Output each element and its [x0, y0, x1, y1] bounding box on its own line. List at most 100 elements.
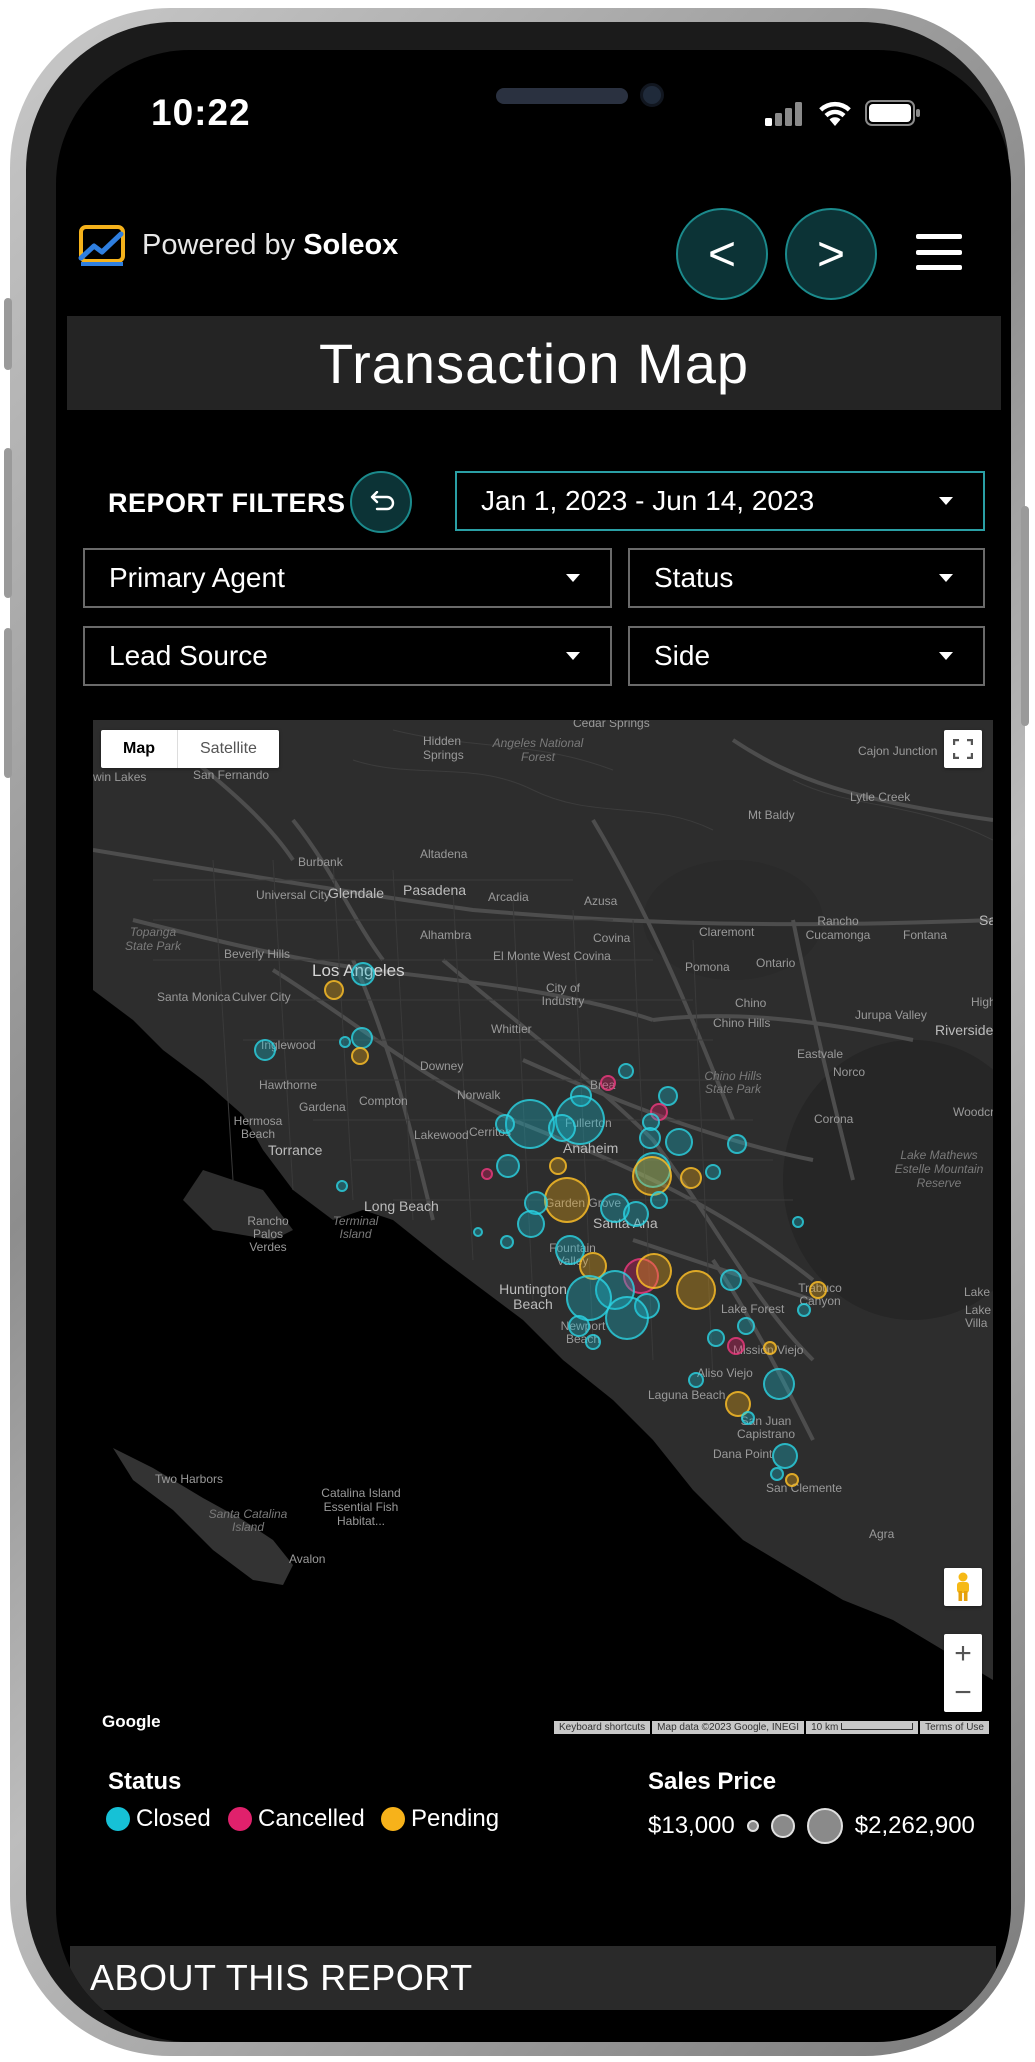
transaction-bubble[interactable]: [351, 1027, 373, 1049]
status-value: Status: [654, 562, 734, 593]
transaction-bubble[interactable]: [705, 1164, 721, 1180]
soleox-logo-icon: [78, 225, 125, 266]
brand-name: Soleox: [303, 228, 399, 261]
date-range-select[interactable]: Jan 1, 2023 - Jun 14, 2023: [455, 471, 985, 531]
transaction-bubble[interactable]: [568, 1315, 590, 1337]
transaction-bubble[interactable]: [772, 1443, 798, 1469]
transaction-bubble[interactable]: [727, 1134, 747, 1154]
transaction-bubble[interactable]: [548, 1114, 576, 1142]
transaction-bubble[interactable]: [351, 1047, 369, 1065]
transaction-bubble[interactable]: [792, 1216, 804, 1228]
transaction-bubble[interactable]: [741, 1411, 755, 1425]
map-label: Burbank: [298, 855, 343, 869]
legend-closed-label: Closed: [136, 1805, 211, 1832]
small-size-dot: [746, 1820, 759, 1832]
map-label: Claremont: [699, 925, 755, 939]
hamburger-icon[interactable]: [916, 234, 962, 270]
status-select[interactable]: Status: [628, 548, 985, 608]
transaction-bubble[interactable]: [797, 1303, 811, 1317]
transaction-bubble[interactable]: [809, 1281, 827, 1299]
transaction-bubble[interactable]: [680, 1167, 702, 1189]
volume-down-button: [4, 628, 12, 778]
map-label: Mt Baldy: [748, 808, 795, 822]
map-label: Arcadia: [488, 890, 529, 904]
transaction-bubble[interactable]: [600, 1075, 616, 1091]
chevron-down-icon: [566, 652, 580, 660]
status-icons: [765, 100, 921, 126]
transaction-bubble[interactable]: [676, 1270, 716, 1310]
transaction-bubble[interactable]: [770, 1467, 784, 1481]
transaction-bubble[interactable]: [517, 1210, 545, 1238]
fullscreen-icon[interactable]: [944, 730, 982, 768]
primary-agent-select[interactable]: Primary Agent: [83, 548, 612, 608]
transaction-bubble[interactable]: [650, 1191, 668, 1209]
map-type-map-button[interactable]: Map: [101, 730, 178, 768]
transaction-bubble[interactable]: [636, 1253, 672, 1289]
transaction-bubble[interactable]: [324, 980, 344, 1000]
transaction-bubble[interactable]: [481, 1168, 493, 1180]
report-filters-label: REPORT FILTERS: [108, 488, 346, 518]
about-this-report-section[interactable]: ABOUT THIS REPORT: [70, 1946, 996, 2010]
transaction-bubble[interactable]: [688, 1372, 704, 1388]
map-label: Lake Villa: [965, 1303, 992, 1330]
transaction-bubble[interactable]: [585, 1334, 601, 1350]
mute-switch: [4, 298, 12, 370]
map-type-satellite-button[interactable]: Satellite: [178, 730, 279, 768]
transaction-map[interactable]: Cedar Springs win Lakes San Fernando Hid…: [93, 720, 993, 1738]
map-label: San Fernando: [193, 768, 270, 782]
zoom-in-button[interactable]: +: [944, 1634, 982, 1673]
transaction-bubble[interactable]: [339, 1036, 351, 1048]
transaction-bubble[interactable]: [495, 1114, 515, 1134]
transaction-bubble[interactable]: [737, 1317, 755, 1335]
map-label: Norwalk: [457, 1088, 501, 1102]
map-label: Sa: [979, 912, 993, 928]
map-label: Lytle Creek: [850, 790, 911, 804]
brand[interactable]: Powered by Soleox: [78, 224, 398, 266]
map-label: Jurupa Valley: [855, 1008, 927, 1022]
map-label: Hawthorne: [259, 1078, 318, 1092]
transaction-bubble[interactable]: [496, 1154, 520, 1178]
transaction-bubble[interactable]: [351, 962, 375, 986]
status-legend-title: Status: [108, 1768, 182, 1795]
signal-icon: [765, 102, 802, 126]
map-label: Laguna Beach: [648, 1388, 726, 1402]
map-label: Rancho Cucamonga: [805, 914, 871, 942]
transaction-bubble[interactable]: [763, 1341, 777, 1355]
status-time: 10:22: [151, 92, 251, 133]
transaction-bubble[interactable]: [605, 1296, 649, 1340]
keyboard-shortcuts-link[interactable]: Keyboard shortcuts: [554, 1721, 651, 1734]
transaction-bubble[interactable]: [707, 1329, 725, 1347]
map-label: Covina: [593, 931, 631, 945]
chevron-down-icon: [566, 574, 580, 582]
map-label: Ontario: [756, 956, 796, 970]
zoom-out-button[interactable]: −: [944, 1673, 982, 1712]
transaction-bubble[interactable]: [544, 1177, 590, 1223]
terms-of-use-link[interactable]: Terms of Use: [920, 1721, 989, 1734]
previous-button[interactable]: <: [676, 208, 768, 300]
transaction-bubble[interactable]: [473, 1227, 483, 1237]
side-select[interactable]: Side: [628, 626, 985, 686]
transaction-bubble[interactable]: [623, 1201, 649, 1227]
transaction-bubble[interactable]: [618, 1063, 634, 1079]
undo-icon: [370, 491, 395, 511]
map-scale: 10 km: [806, 1721, 919, 1734]
transaction-bubble[interactable]: [665, 1128, 693, 1156]
transaction-bubble[interactable]: [336, 1180, 348, 1192]
transaction-bubble[interactable]: [785, 1473, 799, 1487]
battery-icon: [865, 100, 920, 126]
transaction-bubble[interactable]: [500, 1235, 514, 1249]
map-label: Rancho Palos Verdes: [247, 1214, 289, 1254]
transaction-bubble[interactable]: [549, 1157, 567, 1175]
transaction-bubble[interactable]: [632, 1156, 672, 1196]
transaction-bubble[interactable]: [720, 1269, 742, 1291]
pegman-icon[interactable]: [944, 1568, 982, 1606]
transaction-bubble[interactable]: [727, 1337, 745, 1355]
next-button[interactable]: >: [785, 208, 877, 300]
lead-source-select[interactable]: Lead Source: [83, 626, 612, 686]
transaction-bubble[interactable]: [763, 1368, 795, 1400]
side-value: Side: [654, 640, 711, 671]
transaction-bubble[interactable]: [254, 1039, 276, 1061]
reset-filters-button[interactable]: [350, 471, 412, 533]
map-label: Angeles National Forest: [492, 736, 584, 764]
transaction-bubble[interactable]: [639, 1127, 661, 1149]
